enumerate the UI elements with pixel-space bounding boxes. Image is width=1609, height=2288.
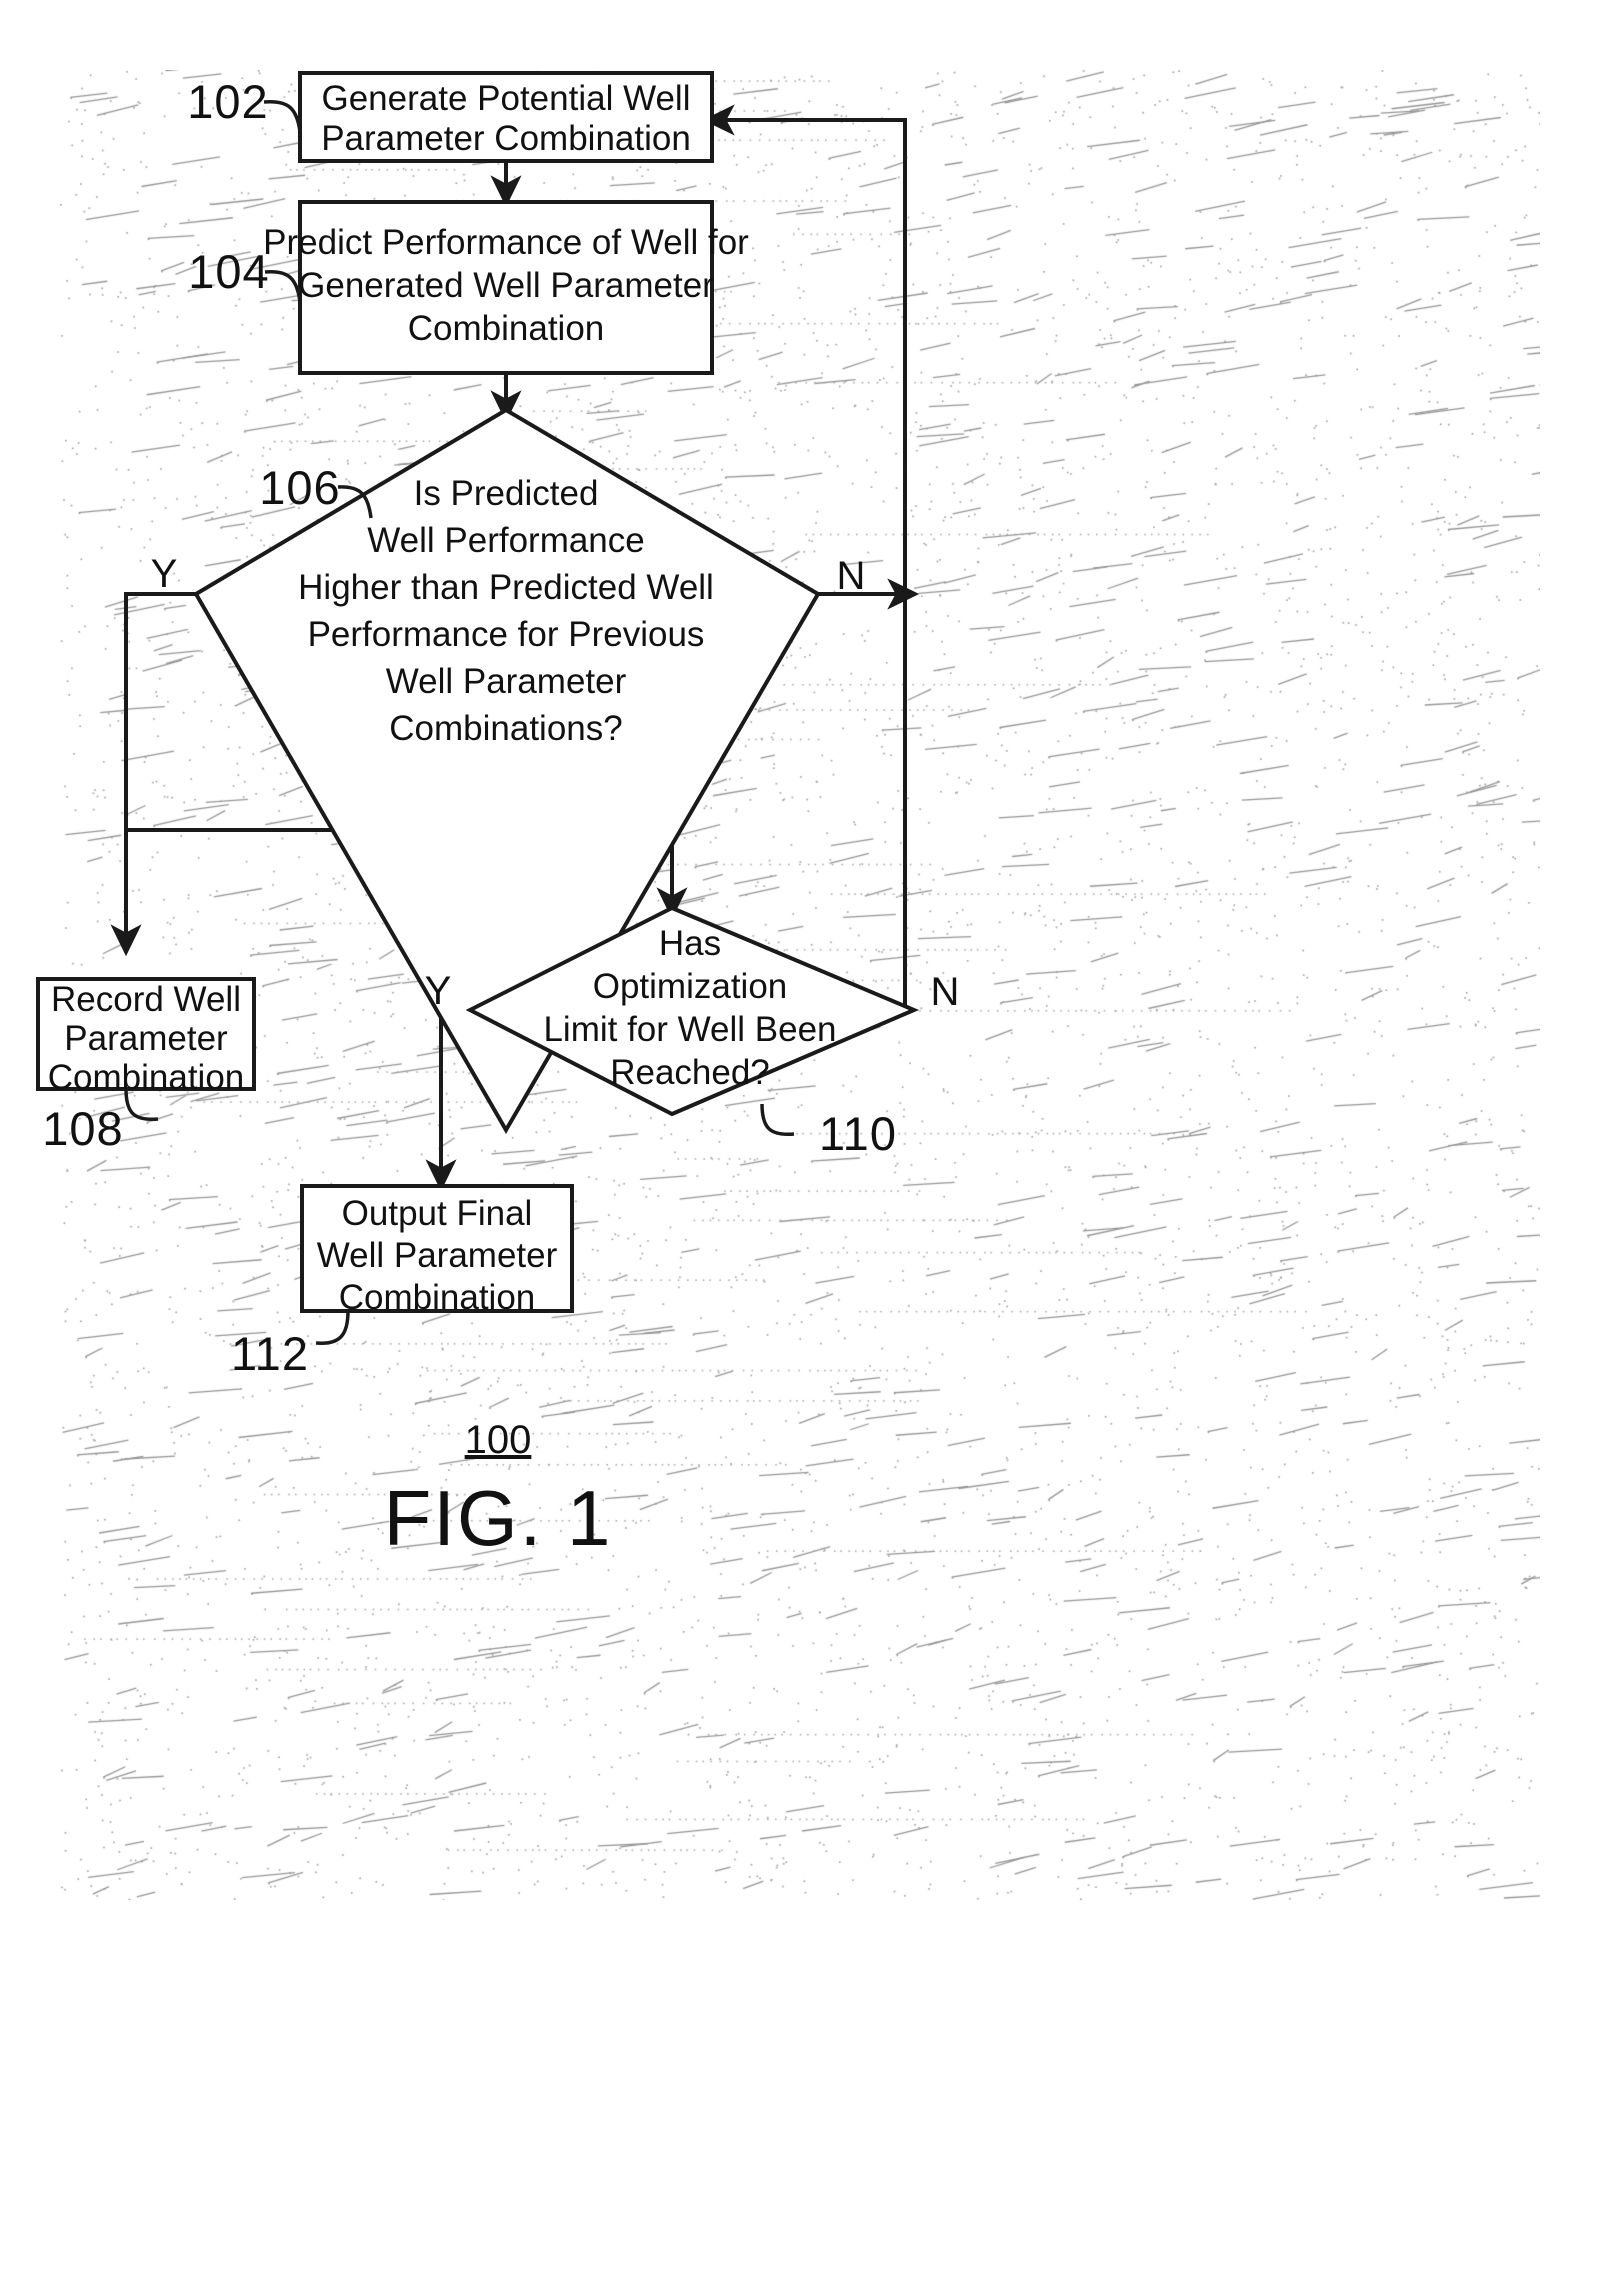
node-104-line-2: Generated Well Parameter (298, 266, 714, 305)
flowchart-svg: Generate Potential Well Parameter Combin… (36, 71, 960, 1562)
node-104-predict-performance[interactable]: Predict Performance of Well for Generate… (263, 200, 749, 375)
branch-label-110-no: N (931, 970, 960, 1014)
node-102-line-2: Parameter Combination (321, 119, 691, 158)
node-112-line-2: Well Parameter (317, 1236, 558, 1275)
node-104-line-1: Predict Performance of Well for (263, 223, 749, 262)
node-102-line-1: Generate Potential Well (321, 79, 690, 118)
ref-number-104: 104 (188, 245, 269, 298)
ref-leader-112: 112 (231, 1310, 350, 1380)
figure-number: 100 (465, 1418, 532, 1462)
node-112-line-1: Output Final (342, 1194, 533, 1233)
ref-number-108: 108 (42, 1102, 123, 1155)
connector-106-yes-to-108 (110, 592, 196, 957)
branch-label-110-yes: Y (425, 969, 452, 1013)
node-104-line-3: Combination (408, 309, 605, 348)
node-106-line-4: Performance for Previous (308, 615, 705, 654)
ref-number-102: 102 (187, 75, 268, 128)
node-102-generate-potential-well-parameter-combination[interactable]: Generate Potential Well Parameter Combin… (298, 71, 714, 163)
ref-number-106: 106 (259, 461, 340, 514)
node-110-line-1: Has (659, 924, 721, 963)
node-110-line-3: Limit for Well Been (543, 1010, 836, 1049)
node-106-line-1: Is Predicted (414, 474, 599, 513)
node-106-line-2: Well Performance (367, 521, 645, 560)
ref-leader-102: 102 (187, 75, 302, 133)
node-106-line-3: Higher than Predicted Well (298, 568, 714, 607)
node-108-line-1: Record Well (51, 980, 241, 1019)
node-106-line-6: Combinations? (389, 709, 622, 748)
node-112-output-final-well-parameter-combination[interactable]: Output Final Well Parameter Combination (300, 1184, 574, 1317)
node-112-line-3: Combination (339, 1278, 536, 1317)
ref-leader-108: 108 (42, 1088, 159, 1155)
branch-label-106-no: N (837, 554, 866, 598)
node-106-line-5: Well Parameter (386, 662, 627, 701)
patent-figure-page: Generate Potential Well Parameter Combin… (0, 0, 1609, 2288)
branch-label-106-yes: Y (151, 552, 178, 596)
ref-leader-110: 110 (760, 1103, 897, 1160)
node-110-line-2: Optimization (593, 967, 788, 1006)
node-108-record-well-parameter-combination[interactable]: Record Well Parameter Combination (36, 977, 256, 1097)
node-108-line-3: Combination (48, 1058, 245, 1097)
node-110-line-4: Reached? (610, 1053, 770, 1092)
ref-number-110: 110 (819, 1107, 897, 1160)
figure-caption: FIG. 1 (384, 1474, 613, 1562)
node-108-line-2: Parameter (64, 1019, 228, 1058)
ref-number-112: 112 (231, 1327, 309, 1380)
